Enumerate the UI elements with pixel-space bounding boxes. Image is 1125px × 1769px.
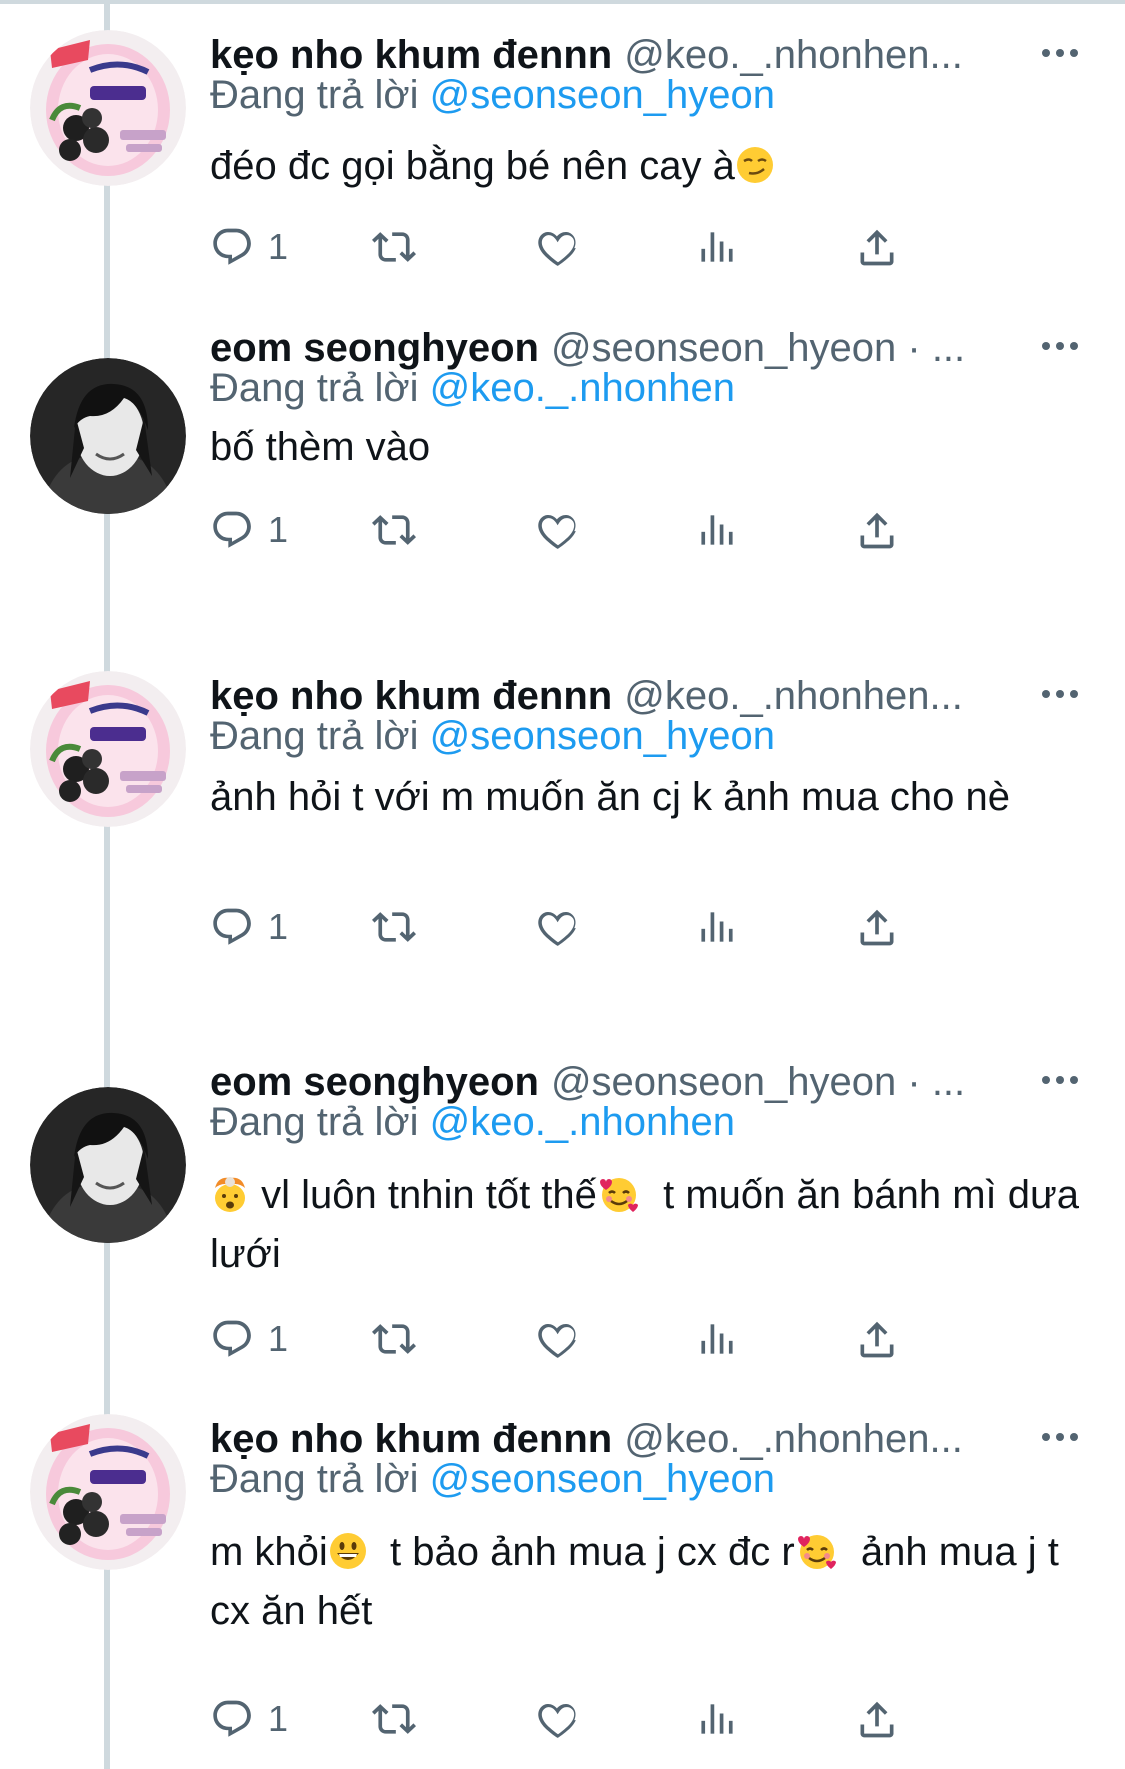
heart-icon: [535, 905, 581, 949]
bar-chart-icon: [695, 1697, 739, 1741]
retweet-icon: [370, 225, 418, 269]
share-button[interactable]: [855, 503, 899, 557]
avatar[interactable]: [30, 358, 186, 514]
share-button[interactable]: [855, 1312, 899, 1366]
mention-link[interactable]: @keo._.nhonhen: [430, 366, 735, 410]
reply-icon: [210, 225, 254, 269]
tweet-actions: 1: [210, 1312, 1090, 1366]
like-button[interactable]: [535, 1692, 581, 1746]
like-button[interactable]: [535, 900, 581, 954]
reply-icon: [210, 1317, 254, 1361]
tweet-text: ảnh hỏi t với m muốn ăn cj k ảnh mua cho…: [210, 775, 1010, 819]
like-button[interactable]: [535, 220, 581, 274]
reply-icon: [210, 1697, 254, 1741]
share-icon: [855, 1317, 899, 1361]
retweet-button[interactable]: [370, 503, 418, 557]
retweet-icon: [370, 905, 418, 949]
replying-to-label: Đang trả lời: [210, 73, 419, 117]
tweet-text: vl luôn tnhin tốt thế t muốn ăn bánh mì …: [210, 1173, 1091, 1276]
more-options-icon[interactable]: [1040, 679, 1080, 709]
share-icon: [855, 905, 899, 949]
retweet-button[interactable]: [370, 1312, 418, 1366]
more-options-icon[interactable]: [1040, 38, 1080, 68]
tweet-actions: 1: [210, 900, 1090, 954]
retweet-button[interactable]: [370, 900, 418, 954]
tweet-text: m khỏi t bảo ảnh mua j cx đc r ảnh mua j…: [210, 1530, 1070, 1633]
tweet-actions: 1: [210, 220, 1090, 274]
share-button[interactable]: [855, 1692, 899, 1746]
replying-to-label: Đang trả lời: [210, 1100, 419, 1144]
retweet-button[interactable]: [370, 1692, 418, 1746]
smirk-emoji: [735, 145, 775, 199]
reply-icon: [210, 508, 254, 552]
reply-count: 1: [268, 1318, 289, 1359]
views-button[interactable]: [695, 220, 739, 274]
reply-button[interactable]: 1: [210, 503, 288, 557]
mention-link[interactable]: @seonseon_hyeon: [430, 73, 775, 117]
more-options-icon[interactable]: [1040, 1422, 1080, 1452]
reply-count: 1: [268, 226, 289, 267]
tweet-text: đéo đc gọi bằng bé nên cay à: [210, 140, 1090, 199]
grinning-face-emoji: [328, 1531, 368, 1585]
mention-link[interactable]: @seonseon_hyeon: [430, 1457, 775, 1501]
reply-button[interactable]: 1: [210, 1312, 288, 1366]
reply-button[interactable]: 1: [210, 1692, 288, 1746]
reply-count: 1: [268, 906, 289, 947]
share-icon: [855, 225, 899, 269]
share-button[interactable]: [855, 900, 899, 954]
like-button[interactable]: [535, 1312, 581, 1366]
views-button[interactable]: [695, 900, 739, 954]
replying-to-label: Đang trả lời: [210, 714, 419, 758]
heart-icon: [535, 225, 581, 269]
like-button[interactable]: [535, 503, 581, 557]
mention-link[interactable]: @keo._.nhonhen: [430, 1100, 735, 1144]
retweet-icon: [370, 508, 418, 552]
share-icon: [855, 1697, 899, 1741]
share-icon: [855, 508, 899, 552]
reply-button[interactable]: 1: [210, 900, 288, 954]
more-options-icon[interactable]: [1040, 331, 1080, 361]
avatar[interactable]: [30, 671, 186, 827]
retweet-button[interactable]: [370, 220, 418, 274]
views-button[interactable]: [695, 1312, 739, 1366]
exploding-head-emoji: [210, 1174, 250, 1228]
bar-chart-icon: [695, 225, 739, 269]
tweet-text: bố thèm vào: [210, 425, 431, 469]
heart-icon: [535, 1317, 581, 1361]
reply-button[interactable]: 1: [210, 220, 288, 274]
bar-chart-icon: [695, 1317, 739, 1361]
mention-link[interactable]: @seonseon_hyeon: [430, 714, 775, 758]
bar-chart-icon: [695, 905, 739, 949]
heart-icon: [535, 508, 581, 552]
bar-chart-icon: [695, 508, 739, 552]
share-button[interactable]: [855, 220, 899, 274]
views-button[interactable]: [695, 503, 739, 557]
replying-to-label: Đang trả lời: [210, 1457, 419, 1501]
views-button[interactable]: [695, 1692, 739, 1746]
retweet-icon: [370, 1317, 418, 1361]
avatar[interactable]: [30, 30, 186, 186]
heart-icon: [535, 1697, 581, 1741]
avatar[interactable]: [30, 1414, 186, 1570]
reply-count: 1: [268, 1698, 289, 1739]
tweet-actions: 1: [210, 503, 1090, 557]
reply-count: 1: [268, 509, 289, 550]
more-options-icon[interactable]: [1040, 1065, 1080, 1095]
tweet-actions: 1: [210, 1692, 1090, 1746]
smiling-face-with-hearts-emoji: [597, 1174, 641, 1228]
smiling-face-with-hearts-emoji: [795, 1531, 839, 1585]
replying-to-label: Đang trả lời: [210, 366, 419, 410]
top-divider: [0, 0, 1125, 4]
reply-icon: [210, 905, 254, 949]
avatar[interactable]: [30, 1087, 186, 1243]
retweet-icon: [370, 1697, 418, 1741]
